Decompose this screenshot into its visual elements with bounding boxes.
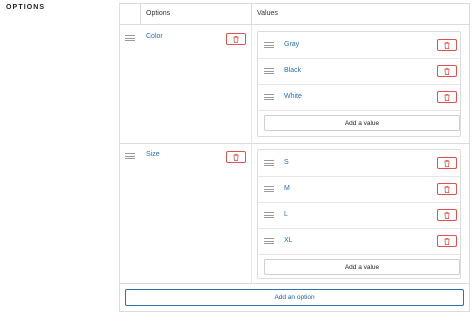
delete-value-button[interactable]: [437, 183, 457, 195]
value-name[interactable]: Black: [284, 67, 301, 74]
options-table: Options Values Color Gray Black White Ad…: [119, 3, 470, 312]
drag-handle-icon[interactable]: [264, 68, 274, 74]
delete-value-button[interactable]: [437, 39, 457, 51]
value-name[interactable]: XL: [284, 237, 293, 244]
delete-value-button[interactable]: [437, 235, 457, 247]
option-row-size: Size S M L XL Add a value: [120, 143, 469, 284]
add-option-button[interactable]: Add an option: [125, 289, 464, 306]
values-box-color: Gray Black White Add a value: [257, 31, 461, 137]
trash-icon: [444, 67, 450, 75]
trash-icon: [444, 211, 450, 219]
value-row-s: S: [258, 150, 460, 177]
drag-handle-icon[interactable]: [264, 42, 274, 48]
drag-handle-icon[interactable]: [264, 238, 274, 244]
value-row-white: White: [258, 84, 460, 111]
value-name[interactable]: Gray: [284, 41, 299, 48]
option-name-color[interactable]: Color: [146, 33, 163, 40]
trash-icon: [444, 185, 450, 193]
drag-handle-icon[interactable]: [264, 212, 274, 218]
values-box-size: S M L XL Add a value: [257, 149, 461, 279]
value-row-gray: Gray: [258, 32, 460, 59]
value-row-black: Black: [258, 58, 460, 85]
header-divider: [251, 4, 252, 24]
add-value-button[interactable]: Add a value: [264, 259, 460, 275]
delete-value-button[interactable]: [437, 157, 457, 169]
drag-handle-icon[interactable]: [125, 35, 135, 41]
option-row-color: Color Gray Black White Add a value: [120, 25, 469, 144]
trash-icon: [444, 93, 450, 101]
value-name[interactable]: S: [284, 159, 289, 166]
value-row-xl: XL: [258, 228, 460, 255]
add-value-button[interactable]: Add a value: [264, 115, 460, 131]
table-header: Options Values: [120, 4, 469, 25]
delete-option-size-button[interactable]: [226, 151, 246, 163]
value-row-m: M: [258, 176, 460, 203]
delete-value-button[interactable]: [437, 91, 457, 103]
drag-handle-icon[interactable]: [264, 160, 274, 166]
trash-icon: [444, 237, 450, 245]
trash-icon: [233, 35, 239, 43]
drag-handle-icon[interactable]: [264, 186, 274, 192]
column-divider: [251, 25, 252, 143]
trash-icon: [233, 153, 239, 161]
value-name[interactable]: L: [284, 211, 288, 218]
header-values: Values: [257, 10, 278, 17]
delete-value-button[interactable]: [437, 65, 457, 77]
trash-icon: [444, 159, 450, 167]
value-name[interactable]: M: [284, 185, 290, 192]
value-name[interactable]: White: [284, 93, 302, 100]
header-handle-cell: [120, 4, 141, 24]
drag-handle-icon[interactable]: [264, 94, 274, 100]
option-name-size[interactable]: Size: [146, 151, 160, 158]
delete-value-button[interactable]: [437, 209, 457, 221]
value-row-l: L: [258, 202, 460, 229]
options-section-label: OPTIONS: [6, 4, 46, 11]
drag-handle-icon[interactable]: [125, 153, 135, 159]
header-options: Options: [146, 10, 171, 17]
trash-icon: [444, 41, 450, 49]
delete-option-color-button[interactable]: [226, 33, 246, 45]
column-divider: [251, 143, 252, 283]
